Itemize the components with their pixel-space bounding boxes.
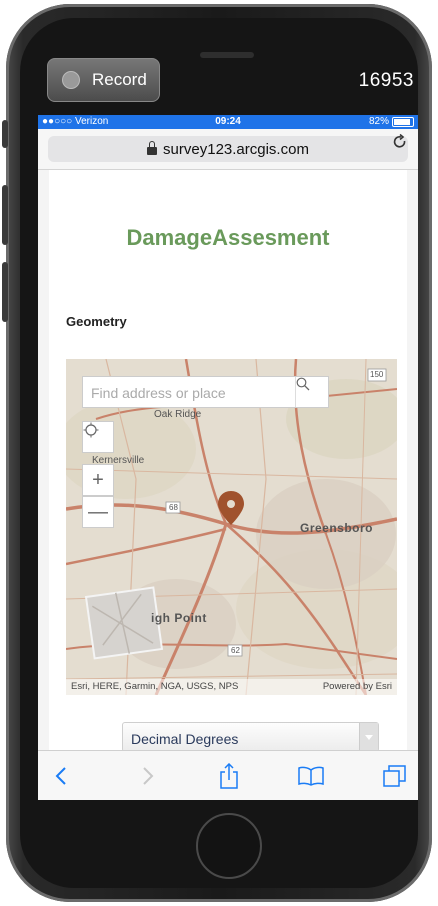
lock-icon: [147, 141, 158, 155]
route-68-label: 68: [169, 503, 178, 512]
geometry-label: Geometry: [66, 314, 127, 329]
record-button[interactable]: Record: [47, 58, 160, 102]
survey-form: DamageAssesment Geometry Oak Ridge Kerne…: [49, 170, 407, 752]
safari-toolbar: [38, 750, 418, 800]
attribution-powered-by[interactable]: Powered by Esri: [323, 681, 392, 692]
reload-icon[interactable]: [392, 132, 408, 157]
minus-icon: —: [88, 500, 108, 523]
locate-button[interactable]: [82, 421, 114, 453]
zoom-in-button[interactable]: +: [82, 464, 114, 496]
phone-screen: ●●○○○ Verizon 09:24 82% survey123.arcgis…: [38, 115, 418, 800]
map-search-box: [82, 376, 329, 408]
back-button[interactable]: [46, 761, 76, 791]
browser-address-bar: survey123.arcgis.com: [38, 129, 418, 170]
mute-switch: [2, 120, 8, 148]
chevron-right-icon: [143, 767, 154, 785]
volume-down-button: [2, 262, 8, 322]
status-time: 09:24: [215, 116, 241, 127]
zoom-out-button[interactable]: —: [82, 496, 114, 528]
map-label-greensboro: Greensboro: [300, 521, 374, 535]
battery-percent: 82%: [368, 116, 389, 127]
map-label-high-point: igh Point: [151, 611, 207, 625]
url-text: survey123.arcgis.com: [163, 140, 309, 158]
tabs-icon: [383, 765, 406, 787]
record-label: Record: [92, 70, 147, 89]
form-title: DamageAssesment: [126, 225, 330, 250]
plus-icon: +: [92, 468, 104, 491]
route-62-label: 62: [231, 646, 240, 655]
share-button[interactable]: [214, 761, 244, 791]
coordinate-format-select[interactable]: Decimal Degrees: [122, 722, 379, 752]
status-bar: ●●○○○ Verizon 09:24 82%: [38, 115, 418, 129]
recording-counter: 16953: [358, 70, 414, 91]
record-dot-icon: [62, 71, 80, 89]
earpiece-speaker: [200, 52, 254, 58]
page-viewport: DamageAssesment Geometry Oak Ridge Kerne…: [38, 170, 418, 752]
chevron-left-icon: [55, 767, 66, 785]
map-attribution: Esri, HERE, Garmin, NGA, USGS, NPS Power…: [66, 679, 397, 695]
map-widget[interactable]: Oak Ridge Kernersville Greensboro igh Po…: [66, 359, 397, 695]
coordinate-format-value: Decimal Degrees: [131, 731, 239, 747]
forward-button[interactable]: [133, 761, 163, 791]
locate-icon: [83, 422, 99, 438]
chevron-down-icon: [359, 723, 378, 751]
search-button[interactable]: [295, 377, 328, 407]
attribution-sources: Esri, HERE, Garmin, NGA, USGS, NPS: [71, 681, 239, 692]
route-150-label: 150: [370, 370, 384, 379]
bookmarks-button[interactable]: [296, 761, 326, 791]
search-icon: [296, 377, 310, 391]
tabs-button[interactable]: [380, 761, 410, 791]
home-button[interactable]: [196, 813, 262, 879]
map-search-input[interactable]: [89, 383, 293, 403]
url-field[interactable]: survey123.arcgis.com: [48, 136, 408, 162]
battery-indicator: 82%: [369, 116, 414, 127]
book-icon: [298, 766, 324, 786]
battery-icon: [392, 116, 414, 127]
share-icon: [220, 763, 238, 789]
map-label-oak-ridge: Oak Ridge: [154, 409, 202, 420]
volume-up-button: [2, 185, 8, 245]
